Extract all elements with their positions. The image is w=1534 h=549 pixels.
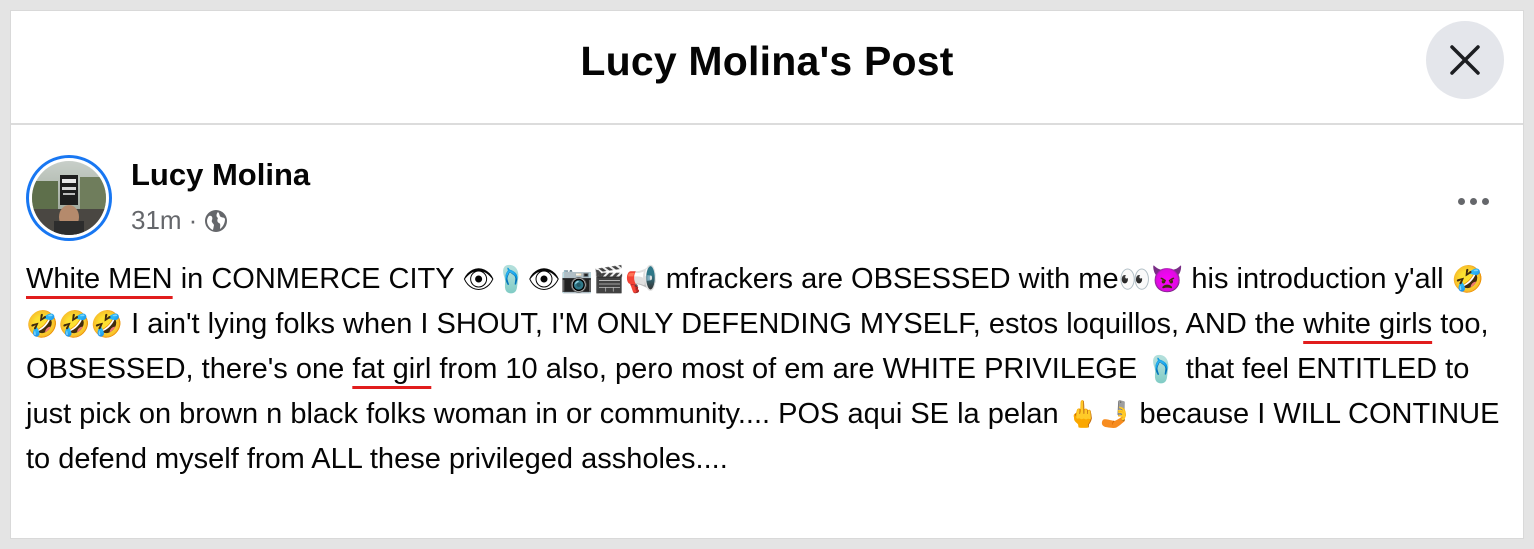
underlined-phrase: fat girl (352, 353, 432, 385)
post-text-segment: I ain't lying folks when I SHOUT, I'M ON… (123, 308, 1304, 340)
underlined-phrase: White MEN (26, 263, 173, 295)
emoji-group: 👁🩴👁📷🎬📢 (462, 265, 658, 295)
globe-icon[interactable] (204, 209, 228, 233)
underlined-phrase: white girls (1303, 308, 1433, 340)
more-options-icon-dot (1481, 197, 1489, 205)
author-name[interactable]: Lucy Molina (131, 157, 310, 193)
post-text: White MEN in CONMERCE CITY 👁🩴👁📷🎬📢 mfrack… (26, 257, 1516, 481)
post-meta: 31m · (131, 205, 228, 236)
profile-picture (32, 161, 106, 235)
avatar[interactable] (26, 155, 112, 241)
post: Lucy Molina 31m · White MEN in CONMERCE … (11, 127, 1523, 540)
post-text-segment: mfrackers are OBSESSED with me (657, 263, 1119, 295)
close-icon (1450, 45, 1480, 75)
more-options-icon (1457, 197, 1465, 205)
more-options-button[interactable] (1451, 187, 1495, 215)
post-text-segment: in CONMERCE CITY (172, 263, 463, 295)
post-timestamp[interactable]: 31m (131, 205, 182, 236)
meta-separator: · (188, 205, 198, 235)
emoji-group: 🖕🤳 (1066, 400, 1132, 430)
post-text-segment: from 10 also, pero most of em are WHITE … (431, 353, 1146, 385)
post-dialog: Lucy Molina's Post Lucy Molina 31m · Whi… (10, 10, 1524, 539)
dialog-header: Lucy Molina's Post (11, 11, 1523, 125)
emoji-group: 🩴 (1145, 355, 1178, 385)
post-text-segment: his introduction y'all (1183, 263, 1452, 295)
emoji-group: 👀👿 (1118, 265, 1184, 295)
dialog-title: Lucy Molina's Post (580, 38, 954, 84)
more-options-icon-dot (1469, 197, 1477, 205)
close-button[interactable] (1426, 21, 1504, 99)
